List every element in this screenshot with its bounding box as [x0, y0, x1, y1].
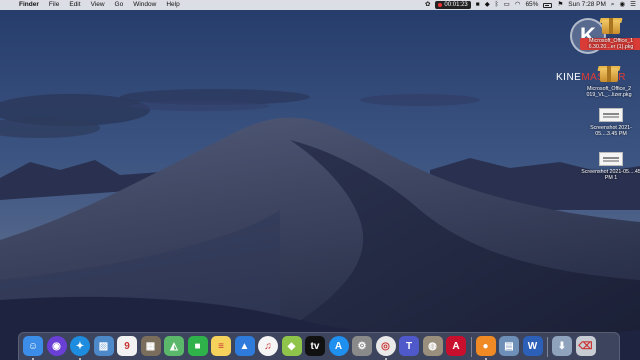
- desktop-file-label: Screenshot 2021-05....45 PM 1: [581, 169, 640, 182]
- mojave-dune-wallpaper: [0, 0, 640, 360]
- teams-icon[interactable]: T: [399, 336, 419, 356]
- notification-center-icon[interactable]: ☰: [630, 0, 636, 10]
- menu-view[interactable]: View: [86, 0, 110, 10]
- safari-icon[interactable]: ✦: [70, 336, 90, 356]
- wifi-icon[interactable]: ◠: [515, 0, 521, 10]
- battery-percent[interactable]: 65%: [525, 0, 538, 10]
- menu-go[interactable]: Go: [110, 0, 129, 10]
- spotlight-search-icon[interactable]: ⌕: [611, 0, 615, 10]
- app-store-icon[interactable]: A: [328, 336, 349, 356]
- screenshot-thumbnail-icon: [599, 108, 623, 122]
- maps-icon[interactable]: ◭: [164, 336, 184, 356]
- status-area: ✿ 00:01:23 ■ ◆ ᛒ ▭ ◠ 65% ⚑ Sun 7:28 PM ⌕…: [425, 0, 636, 10]
- airplay-icon[interactable]: ▭: [504, 0, 510, 10]
- menu-file[interactable]: File: [44, 0, 64, 10]
- record-dot-icon: [438, 3, 443, 7]
- battery-icon[interactable]: [543, 2, 553, 8]
- desktop-file-screenshot-2[interactable]: Screenshot 2021-05....45 PM 1: [580, 152, 640, 181]
- menu-window[interactable]: Window: [128, 0, 161, 10]
- autocad-icon[interactable]: A: [446, 336, 466, 356]
- adobe-status-icon[interactable]: ✿: [425, 0, 430, 10]
- siri-menu-icon[interactable]: ◉: [620, 0, 626, 10]
- screen-recording-indicator[interactable]: 00:01:23: [435, 1, 471, 9]
- word-icon[interactable]: W: [522, 336, 543, 356]
- desktop-file-office-16-pkg[interactable]: Microsoft_Office_1 6.30.20...er (1).pkg: [580, 16, 640, 51]
- desktop-wallpaper: [0, 0, 640, 360]
- bluetooth-icon[interactable]: ᛒ: [495, 0, 499, 10]
- desktop-file-label: Microsoft_Office_2 019_VL_...lizer.pkg: [586, 86, 632, 99]
- package-icon: [599, 16, 623, 36]
- screenshot-thumbnail-icon: [599, 152, 623, 166]
- dropbox-icon[interactable]: ◆: [485, 0, 490, 10]
- photo-library-icon[interactable]: ▦: [140, 336, 161, 356]
- bluestacks-icon[interactable]: ◆: [281, 336, 302, 356]
- finder-icon[interactable]: ☺: [23, 336, 43, 356]
- preview-viewer-icon[interactable]: ◍: [422, 336, 443, 356]
- siri-icon[interactable]: ◉: [46, 336, 67, 356]
- package-icon: [597, 64, 621, 84]
- music-icon[interactable]: ♫: [258, 336, 278, 356]
- menu-help[interactable]: Help: [161, 0, 184, 10]
- image-capture-icon[interactable]: ▤: [499, 336, 519, 356]
- notes-icon[interactable]: ≡: [211, 336, 231, 356]
- desktop-file-label: Microsoft_Office_1 6.30.20...er (1).pkg: [580, 38, 640, 51]
- recording-timer: 00:01:23: [444, 2, 468, 8]
- desktop-file-office-2019-pkg[interactable]: Microsoft_Office_2 019_VL_...lizer.pkg: [578, 64, 640, 98]
- preview-icon[interactable]: ▨: [93, 336, 114, 356]
- stop-recording-icon[interactable]: ■: [476, 0, 480, 10]
- dock-separator: [470, 337, 472, 357]
- trash-icon[interactable]: ⌫: [575, 336, 596, 356]
- screen-recorder-icon[interactable]: ●: [475, 336, 496, 356]
- input-flag-icon[interactable]: ⚑: [557, 0, 563, 10]
- downloads-folder-icon[interactable]: ⬇: [552, 336, 572, 356]
- facetime-icon[interactable]: ■: [187, 336, 208, 356]
- menu-bar: Finder File Edit View Go Window Help ✿ 0…: [0, 0, 640, 10]
- system-preferences-icon[interactable]: ⚙: [352, 336, 372, 356]
- desktop-file-screenshot-1[interactable]: Screenshot 2021-05....3.45 PM: [580, 108, 640, 137]
- apple-tv-icon[interactable]: tv: [305, 336, 325, 356]
- desktop-file-label: Screenshot 2021-05....3.45 PM: [590, 125, 632, 138]
- dock-separator: [547, 337, 548, 357]
- dock: ☺ ◉ ✦ ▨ 9 ▦ ◭ ■ ≡ ▲ ♫ ◆ tv A ⚙ ◎ T ◍ A ● ▤ W ⬇ ⌫: [18, 332, 620, 360]
- menu-finder[interactable]: Finder: [14, 0, 44, 10]
- chrome-icon[interactable]: ◎: [375, 336, 396, 356]
- calendar-icon[interactable]: 9: [117, 336, 137, 356]
- menu-edit[interactable]: Edit: [64, 0, 85, 10]
- clock-datetime[interactable]: Sun 7:28 PM: [568, 0, 606, 10]
- keynote-icon[interactable]: ▲: [234, 336, 255, 356]
